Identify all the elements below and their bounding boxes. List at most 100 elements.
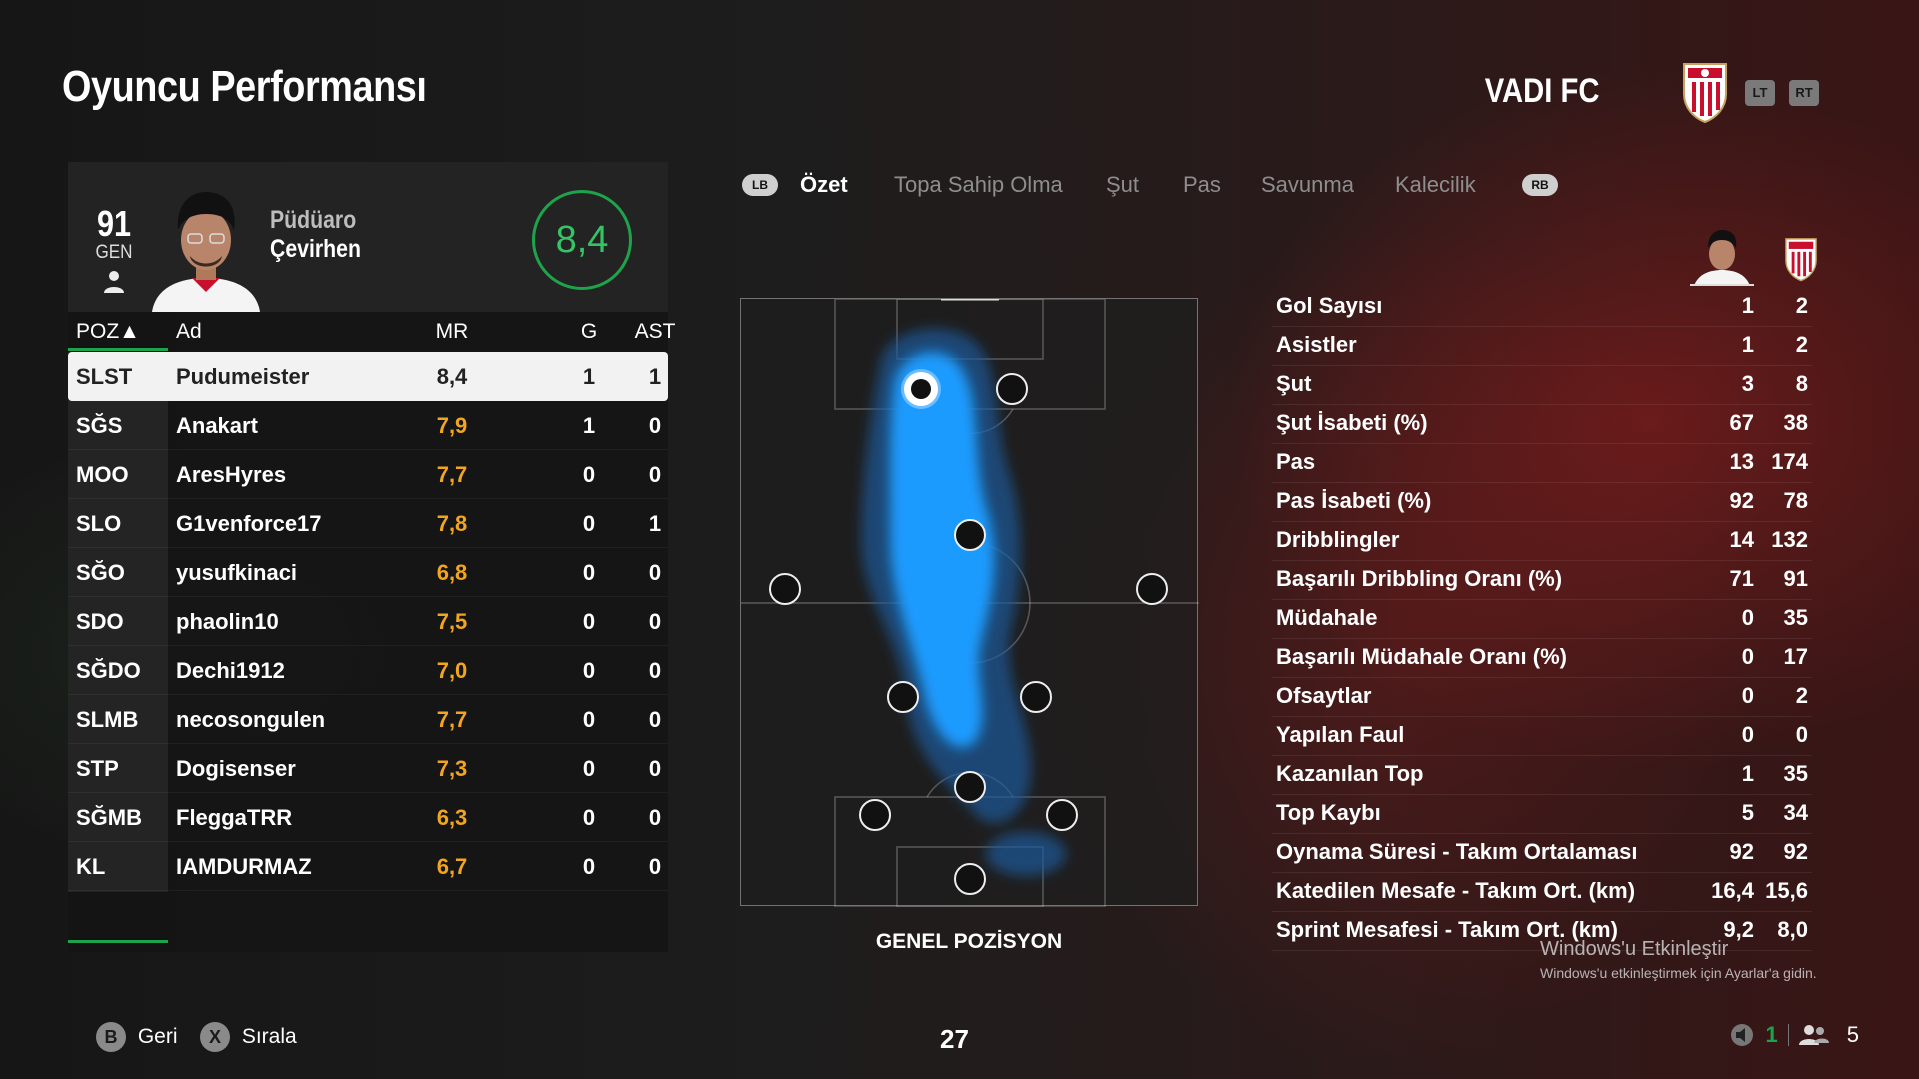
stat-team-value: 78 [1783,488,1808,513]
stat-label: Top Kaybı [1276,800,1381,825]
stat-label: Dribblingler [1276,527,1400,552]
row-position: STP [76,756,119,781]
page-title: Oyuncu Performansı [62,62,427,111]
table-row[interactable]: SLST Pudumeister 8,4 1 1 [68,352,668,401]
row-rating: 6,7 [436,854,468,879]
tab-savunma[interactable]: Savunma [1261,172,1354,198]
lt-button[interactable]: LT [1745,80,1775,106]
stat-row: Müdahale 0 35 [1272,600,1812,639]
stat-player-value: 0 [1741,683,1754,708]
row-position: SLST [76,364,133,389]
tab-topa-sahip-olma[interactable]: Topa Sahip Olma [894,172,1063,198]
stat-row: Şut İsabeti (%) 67 38 [1272,405,1812,444]
row-rating: 7,7 [436,462,468,487]
stat-row: Pas İsabeti (%) 92 78 [1272,483,1812,522]
table-row[interactable]: SĞMB FleggaTRR 6,3 0 0 [68,793,668,842]
sort-action[interactable]: X Sırala [200,1022,297,1052]
stat-row: Kazanılan Top 1 35 [1272,756,1812,795]
overall-label: GEN [95,242,133,263]
row-goals: 0 [582,462,596,487]
stat-label: Gol Sayısı [1276,293,1383,318]
col-ast[interactable]: AST [632,320,678,344]
row-position: SLO [76,511,122,536]
table-row[interactable]: SĞO yusufkinaci 6,8 0 0 [68,548,668,597]
stat-player-value: 0 [1741,722,1754,747]
row-name: Anakart [176,413,258,438]
col-ad[interactable]: Ad [176,320,202,344]
rt-button[interactable]: RT [1789,80,1819,106]
stat-label: Kazanılan Top [1276,761,1424,786]
stat-label: Müdahale [1276,605,1378,630]
stat-player-value: 1 [1741,761,1754,786]
stat-team-value: 8 [1795,371,1808,396]
stat-team-value: 38 [1783,410,1808,435]
row-rating: 7,7 [436,707,468,732]
table-header: POZ▲ Ad MR G AST [68,312,675,352]
scroll-indicator [68,940,168,943]
stat-player-value: 1 [1741,293,1754,318]
watermark-title: Windows'u Etkinleştir [1540,938,1729,960]
table-row[interactable]: KL IAMDURMAZ 6,7 0 0 [68,842,668,891]
lb-button[interactable]: LB [742,174,778,196]
stat-label: Oynama Süresi - Takım Ortalaması [1276,839,1638,864]
b-button-icon: B [96,1022,126,1052]
row-assists: 1 [648,511,662,536]
row-goals: 0 [582,609,596,634]
stat-player-value: 3 [1741,371,1754,396]
row-rating: 7,3 [436,756,468,781]
table-row[interactable]: SLMB necosongulen 7,7 0 0 [68,695,668,744]
club-crest-icon [1683,63,1727,124]
stat-team-value: 0 [1795,722,1808,747]
row-name: yusufkinaci [176,560,298,585]
row-name: Dechi1912 [176,658,285,683]
row-goals: 1 [582,364,596,389]
table-row[interactable]: MOO AresHyres 7,7 0 0 [68,450,668,499]
stats-list: Gol Sayısı 1 2 Asistler 1 2 Şut 3 8 Şut İsabet… [1272,288,1812,951]
row-name: Pudumeister [176,364,310,389]
rb-button[interactable]: RB [1522,174,1558,196]
table-row[interactable]: SDO phaolin10 7,5 0 0 [68,597,668,646]
row-goals: 1 [582,413,596,438]
watermark-subtitle: Windows'u etkinleştirmek için Ayarlar'a … [1540,965,1817,981]
row-assists: 0 [648,854,662,879]
row-position: SĞDO [76,658,141,683]
row-rating: 7,5 [436,609,468,634]
stat-label: Asistler [1276,332,1357,357]
pitch-graphic [741,299,1199,907]
tab-pas[interactable]: Pas [1183,172,1221,198]
back-action[interactable]: B Geri [96,1022,178,1052]
table-row[interactable]: SĞDO Dechi1912 7,0 0 0 [68,646,668,695]
stat-team-value: 2 [1795,683,1808,708]
stat-row: Yapılan Faul 0 0 [1272,717,1812,756]
col-poz[interactable]: POZ▲ [76,320,140,344]
row-position: SĞS [76,413,123,438]
stat-player-value: 1 [1741,332,1754,357]
tab-kalecilik[interactable]: Kalecilik [1395,172,1476,198]
pitch-caption: GENEL POZİSYON [875,930,1063,953]
player-avatar [152,192,260,312]
row-rating: 6,3 [436,805,468,830]
tab-ozet[interactable]: Özet [800,172,848,198]
page-number: 27 [940,1024,969,1054]
stat-team-value: 34 [1783,800,1808,825]
stat-row: Katedilen Mesafe - Takım Ort. (km) 16,4 15… [1272,873,1812,912]
col-mr[interactable]: MR [428,320,476,344]
stat-row: Ofsaytlar 0 2 [1272,678,1812,717]
row-position: MOO [76,462,129,487]
tab-sut[interactable]: Şut [1106,172,1139,198]
table-row[interactable]: SLO G1venforce17 7,8 0 1 [68,499,668,548]
stat-team-value: 91 [1783,566,1808,591]
table-row[interactable]: STP Dogisenser 7,3 0 0 [68,744,668,793]
row-rating: 7,8 [436,511,468,536]
back-label: Geri [137,1025,178,1048]
col-g[interactable]: G [574,320,604,344]
player-list-panel: 91 GEN Püdüaro Çevirhen 8,4 POZ▲ Ad MR G… [68,162,675,952]
position-heatmap [740,298,1199,907]
table-row[interactable]: SĞS Anakart 7,9 1 0 [68,401,668,450]
stat-team-value: 92 [1783,839,1808,864]
stat-row: Başarılı Dribbling Oranı (%) 71 91 [1272,561,1812,600]
speaker-count: 1 [1765,1022,1778,1047]
stat-label: Pas İsabeti (%) [1276,488,1432,513]
stat-label: Başarılı Müdahale Oranı (%) [1276,644,1567,669]
sort-indicator [68,348,168,351]
